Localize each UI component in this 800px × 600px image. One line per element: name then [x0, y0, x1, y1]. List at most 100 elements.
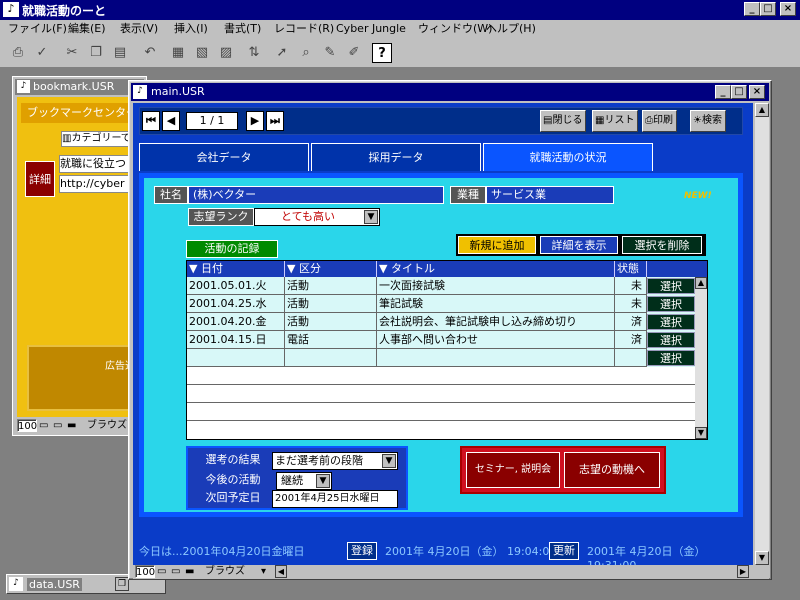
scroll-down-icon[interactable]: ▼: [695, 427, 707, 439]
minimize-button[interactable]: _: [744, 2, 760, 16]
cut-icon[interactable]: ✂: [62, 43, 82, 63]
layout-icon[interactable]: ✎: [320, 43, 340, 63]
result-dropdown-icon[interactable]: ▼: [382, 454, 396, 468]
table-row[interactable]: 2001.04.20.金 活動 会社説明会、筆記試験申し込み締め切り 済 選択: [187, 313, 695, 331]
result-select[interactable]: まだ選考前の段階 ▼: [272, 452, 398, 470]
scroll-left-icon[interactable]: ◀: [275, 565, 287, 578]
column-date[interactable]: ▼ 日付: [187, 261, 285, 277]
next-activity-select[interactable]: 継続 ▼: [276, 472, 332, 490]
main-vertical-scrollbar[interactable]: ▲ ▼: [755, 103, 769, 565]
browse-icon[interactable]: ➚: [272, 43, 292, 63]
print-icon[interactable]: ⎙: [8, 43, 28, 63]
menu-help[interactable]: ヘルプ(H): [486, 20, 536, 38]
table-body: 2001.05.01.火 活動 一次面接試験 未 選択 2001.04.25.水…: [187, 277, 695, 439]
find-icon[interactable]: ⌕: [296, 43, 316, 63]
company-name-field[interactable]: (株)ベクター: [188, 186, 444, 204]
next-record-button[interactable]: ▶: [246, 111, 264, 131]
search-button[interactable]: ☀検索: [690, 110, 726, 132]
bookmark-window[interactable]: ♪ bookmark.USR ブックマークセンター ▥カテゴリーで 詳細 就職に…: [12, 76, 147, 436]
next-activity-dropdown-icon[interactable]: ▼: [316, 474, 330, 488]
bookmark-header: ブックマークセンター: [21, 103, 142, 123]
print-button[interactable]: ⎙印刷: [642, 110, 677, 132]
bookmark-zoom-in-icon[interactable]: ▭: [53, 419, 62, 432]
maximize-button[interactable]: □: [760, 2, 776, 16]
menu-window[interactable]: ウィンドウ(W): [418, 20, 492, 38]
row-select-button[interactable]: 選択: [647, 332, 695, 348]
tab-company-data[interactable]: 会社データ: [139, 143, 309, 171]
copy-icon[interactable]: ❐: [86, 43, 106, 63]
main-close-button[interactable]: ×: [749, 85, 765, 99]
table-row[interactable]: 選択: [187, 349, 695, 367]
menu-format[interactable]: 書式(T): [224, 20, 261, 38]
menu-cyber-jungle[interactable]: Cyber Jungle: [336, 20, 406, 38]
main-minimize-button[interactable]: _: [715, 85, 731, 99]
first-record-button[interactable]: ⏮: [142, 111, 160, 131]
undo-icon[interactable]: ↶: [140, 43, 160, 63]
view-mode-dropdown-icon[interactable]: ▾: [261, 565, 266, 578]
column-type[interactable]: ▼ 区分: [285, 261, 377, 277]
row-select-button[interactable]: 選択: [647, 296, 695, 312]
main-zoom-in-icon[interactable]: ▭: [171, 565, 180, 578]
table-row[interactable]: 2001.04.25.水 活動 筆記試験 未 選択: [187, 295, 695, 313]
main-zoom-out-icon[interactable]: ▭: [157, 565, 166, 578]
table-row[interactable]: 2001.04.15.日 電話 人事部へ問い合わせ 済 選択: [187, 331, 695, 349]
list-button[interactable]: ▦リスト: [592, 110, 639, 132]
bookmark-detail-button[interactable]: 詳細: [25, 161, 55, 197]
menu-file[interactable]: ファイル(F): [8, 20, 67, 38]
main-maximize-button[interactable]: □: [731, 85, 747, 99]
app-title-bar[interactable]: ♪ 就職活動のーと _ □ ×: [0, 0, 800, 20]
close-form-button[interactable]: ▤閉じる: [540, 110, 587, 132]
add-new-button[interactable]: 新規に追加: [458, 236, 536, 254]
close-button[interactable]: ×: [780, 2, 796, 16]
table-scrollbar[interactable]: ▲ ▼: [695, 277, 707, 439]
tab-job-hunting-status[interactable]: 就職活動の状況: [483, 143, 653, 171]
preview-icon[interactable]: ✐: [344, 43, 364, 63]
row-select-button[interactable]: 選択: [647, 278, 695, 294]
menu-bar: ファイル(F) 編集(E) 表示(V) 挿入(I) 書式(T) レコード(R) …: [0, 20, 800, 40]
bookmark-zoom[interactable]: 100: [17, 419, 37, 432]
row-select-button[interactable]: 選択: [647, 314, 695, 330]
scroll-right-icon[interactable]: ▶: [737, 565, 749, 578]
main-scroll-down-icon[interactable]: ▼: [755, 551, 769, 565]
column-title[interactable]: ▼ タイトル: [377, 261, 615, 277]
row-select-button[interactable]: 選択: [647, 350, 695, 366]
spellcheck-icon[interactable]: ✓: [32, 43, 52, 63]
sort-icon[interactable]: ⇅: [244, 43, 264, 63]
rank-select[interactable]: とても高い ▼: [254, 208, 380, 226]
bookmark-toggle-icon[interactable]: ▬: [67, 419, 76, 432]
menu-view[interactable]: 表示(V): [120, 20, 158, 38]
menu-record[interactable]: レコード(R): [274, 20, 334, 38]
prev-record-button[interactable]: ◀: [162, 111, 180, 131]
menu-edit[interactable]: 編集(E): [68, 20, 106, 38]
scroll-up-icon[interactable]: ▲: [695, 277, 707, 289]
menu-insert[interactable]: 挿入(I): [174, 20, 208, 38]
row-title: 会社説明会、筆記試験申し込み締め切り: [377, 313, 615, 331]
help-icon[interactable]: ?: [372, 43, 392, 63]
bookmark-view-mode[interactable]: ブラウズ: [87, 419, 127, 432]
main-title-bar[interactable]: ♪ main.USR _ □ ×: [131, 83, 769, 101]
table-row[interactable]: 2001.05.01.火 活動 一次面接試験 未 選択: [187, 277, 695, 295]
row-title: 一次面接試験: [377, 277, 615, 295]
main-toggle-icon[interactable]: ▬: [185, 565, 194, 578]
delete-record-icon[interactable]: ▨: [216, 43, 236, 63]
new-record-icon[interactable]: ▦: [168, 43, 188, 63]
show-detail-button[interactable]: 詳細を表示: [540, 236, 618, 254]
paste-icon[interactable]: ▤: [110, 43, 130, 63]
motive-button[interactable]: 志望の動機へ: [564, 452, 660, 488]
schedule-field[interactable]: 2001年4月25日水曜日: [272, 490, 398, 508]
main-zoom[interactable]: 100: [135, 565, 155, 578]
industry-field[interactable]: サービス業: [486, 186, 614, 204]
bookmark-title-bar[interactable]: ♪ bookmark.USR: [15, 79, 144, 95]
last-record-button[interactable]: ⏭: [266, 111, 284, 131]
bookmark-zoom-out-icon[interactable]: ▭: [39, 419, 48, 432]
ad-banner[interactable]: 広告道 h: [27, 345, 142, 411]
main-scroll-up-icon[interactable]: ▲: [755, 103, 769, 117]
data-window-icon: ♪: [9, 577, 23, 591]
rank-dropdown-icon[interactable]: ▼: [364, 210, 378, 224]
data-window-restore-icon[interactable]: ❐: [115, 577, 129, 591]
tab-recruitment-data[interactable]: 採用データ: [311, 143, 481, 171]
delete-selection-button[interactable]: 選択を削除: [622, 236, 702, 254]
duplicate-record-icon[interactable]: ▧: [192, 43, 212, 63]
main-view-mode[interactable]: ブラウズ: [205, 565, 245, 578]
seminar-button[interactable]: セミナー, 説明会: [466, 452, 560, 488]
